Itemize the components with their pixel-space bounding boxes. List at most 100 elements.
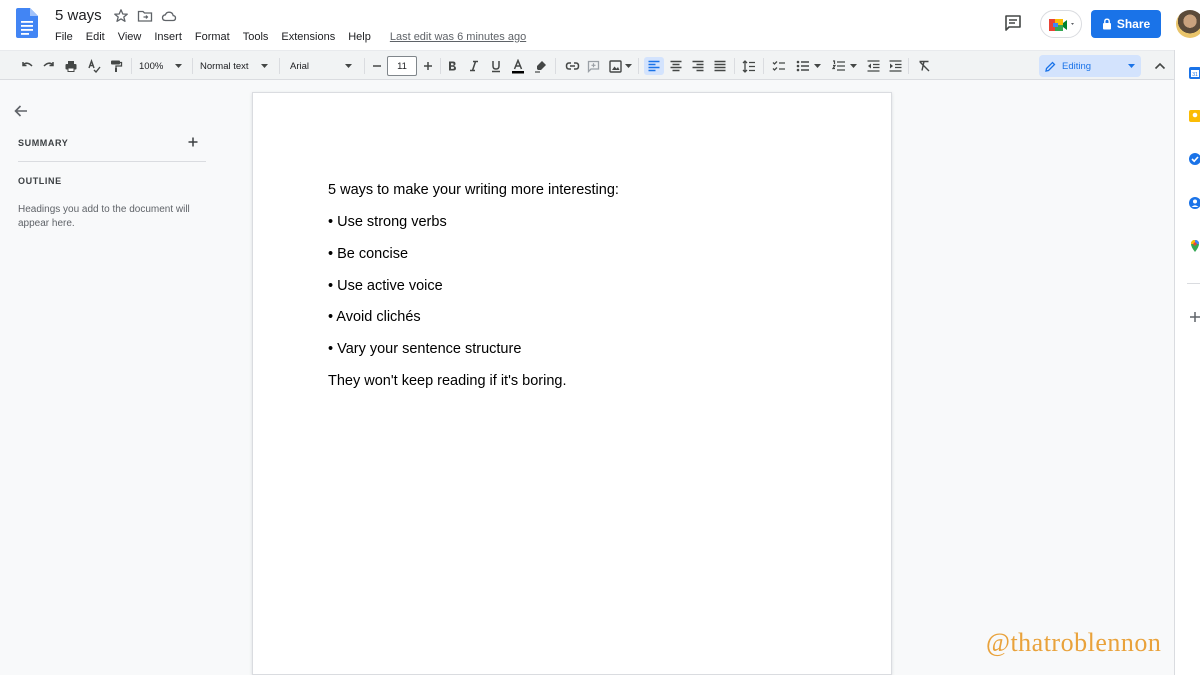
keep-icon[interactable]: [1188, 109, 1200, 123]
align-center-button[interactable]: [667, 57, 685, 75]
zoom-value: 100%: [139, 60, 164, 72]
tasks-icon[interactable]: [1188, 152, 1200, 166]
share-label: Share: [1116, 17, 1151, 31]
decrease-indent-button[interactable]: [864, 57, 882, 75]
meet-button[interactable]: [1040, 10, 1082, 38]
image-icon: [608, 59, 622, 73]
svg-text:31: 31: [1192, 72, 1198, 78]
link-icon: [565, 62, 579, 70]
bulleted-list-button[interactable]: [793, 57, 823, 75]
document-line[interactable]: • Use strong verbs: [328, 214, 447, 230]
menu-edit[interactable]: Edit: [86, 30, 105, 44]
text-color-button[interactable]: [510, 57, 526, 75]
menu-view[interactable]: View: [118, 30, 142, 44]
zoom-select[interactable]: 100%: [139, 57, 189, 75]
font-select[interactable]: Arial: [290, 57, 360, 75]
contacts-icon[interactable]: [1188, 196, 1200, 210]
toolbar-divider: [364, 58, 365, 74]
side-panel-divider: [1187, 283, 1200, 284]
add-summary-icon[interactable]: [187, 136, 199, 148]
calendar-icon[interactable]: 31: [1188, 66, 1200, 80]
highlighter-icon: [535, 61, 546, 73]
share-button[interactable]: Share: [1091, 10, 1161, 38]
outline-heading: OUTLINE: [18, 176, 62, 186]
undo-icon: [22, 62, 33, 67]
plus-icon: [424, 62, 432, 70]
maps-icon[interactable]: [1188, 239, 1200, 253]
increase-indent-button[interactable]: [886, 57, 904, 75]
italic-icon: [470, 60, 478, 72]
document-line[interactable]: They won't keep reading if it's boring.: [328, 373, 566, 389]
font-size-value: 11: [397, 60, 407, 72]
sidebar-divider: [18, 161, 206, 162]
lock-icon: [1102, 18, 1111, 30]
font-size-input[interactable]: 11: [387, 56, 417, 76]
clear-formatting-icon: [919, 60, 929, 72]
last-edit-link[interactable]: Last edit was 6 minutes ago: [390, 30, 526, 44]
redo-icon: [43, 62, 54, 67]
redo-button[interactable]: [40, 57, 58, 75]
bulleted-list-icon: [796, 60, 809, 72]
google-meet-icon: [1049, 19, 1074, 31]
cloud-saved-icon[interactable]: [161, 8, 177, 24]
back-arrow-icon[interactable]: [13, 103, 29, 119]
undo-button[interactable]: [18, 57, 36, 75]
menu-file[interactable]: File: [55, 30, 73, 44]
menu-insert[interactable]: Insert: [154, 30, 182, 44]
italic-button[interactable]: [466, 57, 482, 75]
pencil-icon: [1045, 61, 1056, 72]
document-page[interactable]: 5 ways to make your writing more interes…: [252, 92, 892, 675]
account-avatar[interactable]: [1176, 10, 1200, 38]
editing-mode-select[interactable]: Editing: [1039, 55, 1141, 77]
align-justify-icon: [714, 60, 726, 72]
add-comment-button[interactable]: [585, 57, 601, 75]
line-spacing-button[interactable]: [740, 57, 758, 75]
increase-font-size-button[interactable]: [420, 57, 436, 75]
spell-check-button[interactable]: [85, 57, 103, 75]
numbered-list-button[interactable]: [829, 57, 859, 75]
underline-icon: [492, 60, 500, 72]
highlight-color-button[interactable]: [533, 57, 549, 75]
move-folder-icon[interactable]: [137, 8, 153, 24]
toolbar-divider: [734, 58, 735, 74]
line-spacing-icon: [742, 59, 755, 73]
insert-link-button[interactable]: [563, 57, 581, 75]
menu-format[interactable]: Format: [195, 30, 230, 44]
checklist-button[interactable]: [770, 57, 788, 75]
bold-button[interactable]: [444, 57, 460, 75]
menu-extensions[interactable]: Extensions: [281, 30, 335, 44]
bold-icon: [449, 61, 456, 71]
formatting-toolbar: 100% Normal text Arial 11 Editing: [0, 50, 1174, 80]
align-right-button[interactable]: [689, 57, 707, 75]
insert-image-button[interactable]: [606, 57, 634, 75]
decrease-indent-icon: [867, 60, 879, 72]
paint-format-button[interactable]: [107, 57, 125, 75]
chevron-down-icon: [624, 63, 632, 68]
justify-button[interactable]: [711, 57, 729, 75]
hide-menus-button[interactable]: [1151, 57, 1169, 75]
decrease-font-size-button[interactable]: [369, 57, 385, 75]
chevron-down-icon: [1128, 64, 1135, 68]
menu-tools[interactable]: Tools: [243, 30, 269, 44]
comment-history-icon[interactable]: [1003, 13, 1023, 33]
checklist-icon: [772, 61, 785, 71]
clear-formatting-button[interactable]: [915, 57, 933, 75]
google-docs-logo-icon[interactable]: [16, 8, 38, 38]
align-left-icon: [648, 60, 660, 72]
print-button[interactable]: [62, 57, 80, 75]
document-line[interactable]: • Use active voice: [328, 278, 443, 294]
add-comment-icon: [587, 60, 599, 73]
document-line[interactable]: • Vary your sentence structure: [328, 341, 521, 357]
document-title[interactable]: 5 ways: [55, 7, 102, 24]
star-icon[interactable]: [113, 8, 129, 24]
underline-button[interactable]: [488, 57, 504, 75]
document-line[interactable]: 5 ways to make your writing more interes…: [328, 182, 619, 198]
document-line[interactable]: • Be concise: [328, 246, 408, 262]
align-right-icon: [692, 60, 704, 72]
add-addon-plus-icon[interactable]: [1188, 310, 1200, 324]
document-line[interactable]: • Avoid clichés: [328, 309, 421, 325]
menu-help[interactable]: Help: [348, 30, 371, 44]
align-left-button[interactable]: [644, 57, 664, 75]
paragraph-style-select[interactable]: Normal text: [200, 57, 272, 75]
watermark-handle: @thatroblennon: [986, 628, 1162, 657]
